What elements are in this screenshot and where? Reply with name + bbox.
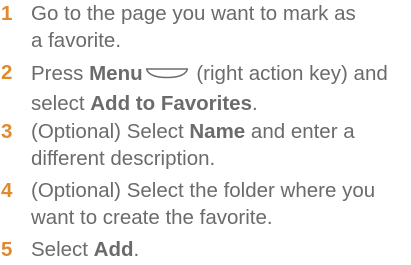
add-to-favorites-label: Add to Favorites — [90, 92, 252, 115]
step-text-line: (Optional) Select Name and enter a — [31, 118, 411, 145]
step-number: 2 — [1, 61, 13, 84]
step-text-line: different description. — [31, 147, 216, 170]
step-text-part: (Optional) Select — [31, 120, 190, 143]
step-text-line: Press Menu (right action key) and — [31, 59, 411, 90]
step-text-line: a favorite. — [31, 29, 122, 52]
right-action-key-icon — [145, 59, 189, 86]
step-text-part: . — [252, 92, 258, 115]
step-text-line: Go to the page you want to mark as — [31, 2, 356, 25]
step-text-line: want to create the favorite. — [31, 206, 273, 229]
step-number: 1 — [1, 2, 13, 25]
step-text-line: Select Add. — [31, 236, 411, 263]
step-text-part: and enter a — [245, 120, 355, 143]
step-text: (Optional) Select Name and enter a diffe… — [31, 118, 411, 172]
step-text-line: (Optional) Select the folder where you — [31, 179, 376, 202]
step-text-part: . — [133, 238, 140, 261]
step-text-part: (right action key) and — [190, 61, 388, 85]
menu-label: Menu — [89, 61, 143, 85]
step-number: 3 — [1, 120, 13, 143]
instruction-steps: 1 Go to the page you want to mark as a f… — [0, 0, 411, 265]
step-text: Select Add. — [31, 236, 411, 263]
step-number: 5 — [1, 238, 13, 261]
step-text-line: select Add to Favorites. — [31, 90, 411, 117]
step-text: (Optional) Select the folder where you w… — [31, 177, 411, 231]
step-text-part: Press — [31, 61, 90, 85]
add-label: Add — [93, 238, 134, 261]
step-text-part: select — [31, 92, 91, 115]
name-label: Name — [189, 120, 246, 143]
step-text: Press Menu (right action key) and select… — [31, 59, 411, 117]
step-number: 4 — [1, 179, 13, 202]
step-text-part: Select — [31, 238, 94, 261]
step-text: Go to the page you want to mark as a fav… — [31, 0, 411, 54]
